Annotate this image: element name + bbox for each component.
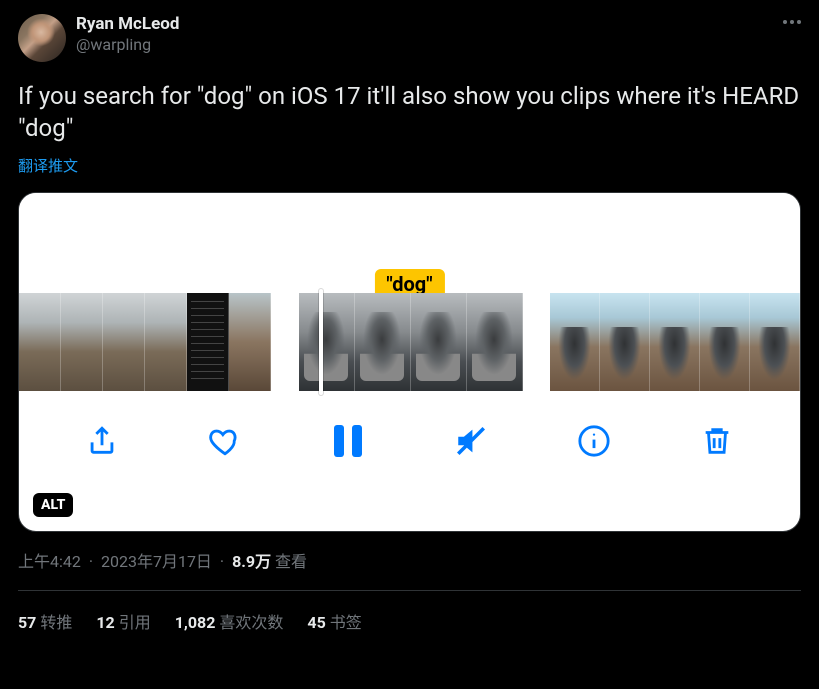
thumbnail[interactable]	[299, 293, 355, 391]
thumbnail[interactable]	[61, 293, 103, 391]
thumbnail[interactable]	[650, 293, 700, 391]
pause-icon[interactable]	[328, 421, 368, 461]
thumbnail[interactable]	[550, 293, 600, 391]
likes-stat[interactable]: 1,082喜欢次数	[175, 609, 284, 633]
filmstrip[interactable]	[19, 293, 800, 391]
display-name: Ryan McLeod	[76, 14, 179, 35]
thumbnail[interactable]	[700, 293, 750, 391]
thumbnail[interactable]	[600, 293, 650, 391]
date[interactable]: 2023年7月17日	[101, 552, 212, 571]
media-card: "dog"	[18, 192, 801, 532]
thumbnail[interactable]	[355, 293, 411, 391]
translate-link[interactable]: 翻译推文	[18, 155, 78, 176]
heart-icon[interactable]	[205, 421, 245, 461]
thumbnail[interactable]	[467, 293, 523, 391]
mute-icon[interactable]	[451, 421, 491, 461]
divider	[18, 590, 801, 591]
info-icon[interactable]	[574, 421, 614, 461]
clip-group-3[interactable]	[550, 293, 800, 391]
clip-group-2[interactable]	[299, 293, 523, 391]
handle: @warpling	[76, 35, 179, 55]
alt-badge[interactable]: ALT	[33, 493, 73, 517]
thumbnail[interactable]	[19, 293, 61, 391]
time[interactable]: 上午4:42	[18, 552, 81, 571]
bookmarks-stat[interactable]: 45书签	[307, 609, 361, 633]
media-toolbar	[19, 391, 800, 481]
stats-row: 57转推 12引用 1,082喜欢次数 45书签	[18, 609, 801, 633]
views-count: 8.9万	[232, 552, 271, 571]
thumbnail[interactable]	[229, 293, 271, 391]
tweet-text: If you search for "dog" on iOS 17 it'll …	[18, 80, 801, 145]
thumbnail[interactable]	[145, 293, 187, 391]
meta-line: 上午4:42 · 2023年7月17日 · 8.9万 查看	[18, 548, 801, 572]
quotes-stat[interactable]: 12引用	[96, 609, 150, 633]
thumbnail[interactable]	[750, 293, 800, 391]
clip-group-1[interactable]	[19, 293, 271, 391]
thumbnail[interactable]	[103, 293, 145, 391]
trash-icon[interactable]	[697, 421, 737, 461]
thumbnail[interactable]	[411, 293, 467, 391]
retweets-stat[interactable]: 57转推	[18, 609, 72, 633]
avatar[interactable]	[18, 14, 66, 62]
share-icon[interactable]	[82, 421, 122, 461]
views-label: 查看	[275, 552, 307, 571]
more-icon[interactable]	[783, 14, 801, 24]
author-block[interactable]: Ryan McLeod @warpling	[76, 14, 179, 55]
tweet-header: Ryan McLeod @warpling	[18, 14, 801, 62]
thumbnail[interactable]	[187, 293, 229, 391]
playhead[interactable]	[319, 289, 323, 395]
